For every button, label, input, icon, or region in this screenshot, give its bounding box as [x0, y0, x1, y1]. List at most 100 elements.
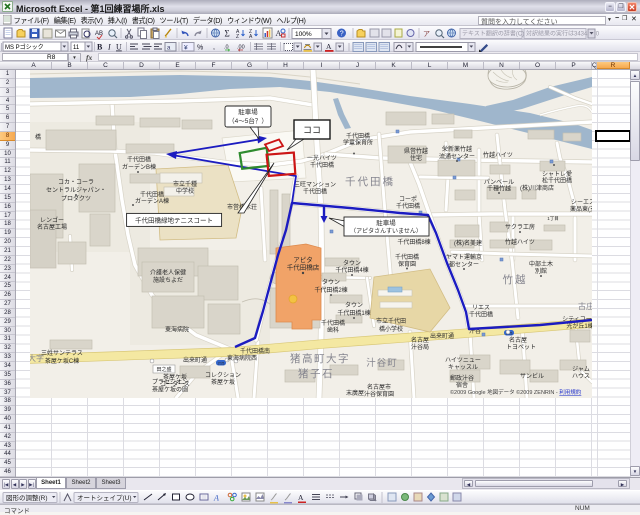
svg-text:駐車場: 駐車場 — [376, 218, 396, 227]
svg-text:竹越ハイツ: 竹越ハイツ — [483, 151, 513, 159]
svg-text:薬品東(支: 薬品東(支 — [570, 205, 592, 213]
svg-text:汁谷町: 汁谷町 — [366, 357, 398, 369]
svg-text:A: A — [298, 493, 304, 502]
svg-text:A: A — [213, 493, 219, 502]
svg-text:テキスト翻訳の辞書(C): テキスト翻訳の辞書(C) — [462, 29, 524, 37]
svg-text:タウン: タウン — [343, 259, 361, 267]
svg-text:名古屋市: 名古屋市 — [367, 383, 391, 391]
svg-text:千代田橋: 千代田橋 — [469, 311, 493, 319]
svg-text:ジャム: ジャム — [572, 366, 590, 373]
svg-text:(株)名美建: (株)名美建 — [454, 239, 482, 247]
svg-text:アピタ: アピタ — [293, 255, 313, 264]
svg-text:千代田橋: 千代田橋 — [345, 175, 395, 188]
svg-text:ハイツニュー: ハイツニュー — [445, 357, 481, 364]
svg-text:中学校: 中学校 — [176, 187, 194, 195]
svg-text:別館: 別館 — [535, 267, 547, 275]
svg-text:215: 215 — [218, 361, 225, 366]
svg-text:ココ: ココ — [303, 125, 321, 135]
svg-text:市立千代田: 市立千代田 — [376, 317, 406, 325]
svg-text:猪高町大字: 猪高町大字 — [290, 352, 350, 365]
svg-text:タウン: タウン — [322, 278, 340, 286]
svg-text:ア: ア — [423, 30, 430, 38]
svg-text:千代田橋: 千代田橋 — [303, 188, 327, 196]
svg-text:千代田橋2棟: 千代田橋2棟 — [314, 286, 347, 294]
svg-text:学童保育所: 学童保育所 — [343, 139, 373, 147]
svg-text:千代田橋: 千代田橋 — [396, 202, 420, 210]
svg-text:市立千種: 市立千種 — [173, 180, 197, 188]
svg-text:B: B — [97, 42, 103, 51]
svg-text:県営竹越: 県営竹越 — [404, 147, 428, 155]
svg-text:竹越: 竹越 — [503, 273, 528, 286]
svg-text:ハウス: ハウス — [572, 372, 590, 380]
svg-text:田之盛: 田之盛 — [156, 366, 171, 373]
svg-text:中部土木: 中部土木 — [529, 260, 553, 268]
svg-text:図形の調整(R): 図形の調整(R) — [6, 493, 48, 502]
svg-text:コレクション: コレクション — [205, 372, 241, 379]
svg-text:千代田橋: 千代田橋 — [140, 191, 164, 199]
svg-text:プラセシオン: プラセシオン — [152, 379, 188, 386]
svg-text:千代田橋: 千代田橋 — [127, 156, 151, 164]
svg-text:コーポ: コーポ — [399, 195, 417, 203]
svg-text:（アピタさんすいません）: （アピタさんすいません） — [350, 227, 422, 235]
svg-text:歯科: 歯科 — [327, 326, 339, 334]
svg-text:汁谷保育園: 汁谷保育園 — [364, 390, 394, 398]
svg-text:11: 11 — [73, 45, 80, 51]
svg-text:千代田橋: 千代田橋 — [346, 132, 370, 140]
svg-text:%: % — [197, 44, 203, 51]
svg-text:シーエス: シーエス — [571, 199, 592, 206]
svg-text:名古屋工場: 名古屋工場 — [37, 223, 67, 231]
svg-text:セントラルジャパン・: セントラルジャパン・ — [46, 187, 106, 194]
svg-text:住宅: 住宅 — [410, 154, 422, 162]
svg-text:千代田橋8棟: 千代田橋8棟 — [397, 238, 430, 246]
svg-text:栄新薬竹越: 栄新薬竹越 — [442, 145, 472, 153]
svg-text:茶屋ケ坂C棟: 茶屋ケ坂C棟 — [45, 357, 79, 365]
svg-text:千種竹越: 千種竹越 — [487, 185, 511, 193]
svg-text:流通センター: 流通センター — [439, 153, 475, 161]
svg-text:千代田橋: 千代田橋 — [321, 319, 345, 327]
svg-text:,: , — [213, 44, 215, 51]
svg-text:.0: .0 — [224, 44, 229, 50]
svg-text:郵政汁谷: 郵政汁谷 — [450, 374, 474, 382]
svg-text:タウン: タウン — [345, 301, 363, 309]
svg-text:ヤマト運輸京: ヤマト運輸京 — [446, 253, 482, 261]
svg-text:三旺マンション: 三旺マンション — [294, 182, 336, 189]
svg-text:千代田橋緑地テニスコート: 千代田橋緑地テニスコート — [135, 216, 213, 225]
svg-text:出来町通: 出来町通 — [183, 356, 207, 364]
svg-text:松千代田橋: 松千代田橋 — [542, 177, 572, 185]
svg-text:千代田橋南: 千代田橋南 — [240, 347, 270, 355]
svg-text:©2009 Google 地図データ ©2009 ZENRI: ©2009 Google 地図データ ©2009 ZENRIN - 利用規約 — [450, 388, 582, 396]
svg-text:千代田橋1棟: 千代田橋1棟 — [337, 309, 370, 317]
svg-text:100%: 100% — [295, 31, 312, 38]
svg-text:施設ちよだ: 施設ちよだ — [153, 276, 183, 284]
svg-text:.00: .00 — [237, 44, 245, 50]
svg-text:千代田橋4棟: 千代田橋4棟 — [335, 266, 368, 274]
svg-text:茶屋ケ坂の園: 茶屋ケ坂の園 — [152, 386, 188, 394]
svg-text:東海病院西: 東海病院西 — [227, 354, 257, 362]
svg-text:猪子石: 猪子石 — [298, 368, 334, 380]
svg-text:駐車場: 駐車場 — [238, 107, 258, 116]
svg-text:Σ: Σ — [225, 28, 230, 38]
svg-text:大字: 大字 — [30, 353, 44, 363]
svg-text:千代田橋店: 千代田橋店 — [287, 263, 320, 272]
svg-text:名古屋: 名古屋 — [411, 336, 429, 344]
svg-text:千代田橋: 千代田橋 — [395, 253, 419, 261]
svg-text:古庄: 古庄 — [578, 301, 592, 311]
svg-text:リエス: リエス — [472, 305, 490, 312]
svg-text:（4〜5台？）: （4〜5台？） — [228, 116, 268, 125]
svg-text:シャトレ愛: シャトレ愛 — [542, 170, 572, 178]
svg-text:A: A — [249, 34, 253, 40]
svg-text:橋小学校: 橋小学校 — [379, 325, 403, 333]
svg-text:末廣屋: 末廣屋 — [346, 389, 364, 397]
svg-text:茶屋ケ坂: 茶屋ケ坂 — [211, 378, 235, 386]
svg-text:パンベール: パンベール — [484, 179, 514, 186]
svg-text:U: U — [116, 42, 122, 51]
svg-text:宿舎: 宿舎 — [456, 381, 468, 389]
svg-text:橋: 橋 — [35, 133, 41, 141]
svg-text:名古屋: 名古屋 — [509, 336, 527, 344]
svg-text:Z: Z — [236, 34, 239, 40]
svg-text:出来町通: 出来町通 — [430, 332, 454, 340]
svg-text:千代田橋: 千代田橋 — [310, 161, 334, 169]
svg-text:ガーデンA棟: ガーデンA棟 — [135, 197, 169, 205]
svg-text:東海病院: 東海病院 — [165, 326, 189, 334]
svg-text:¥: ¥ — [184, 44, 188, 51]
